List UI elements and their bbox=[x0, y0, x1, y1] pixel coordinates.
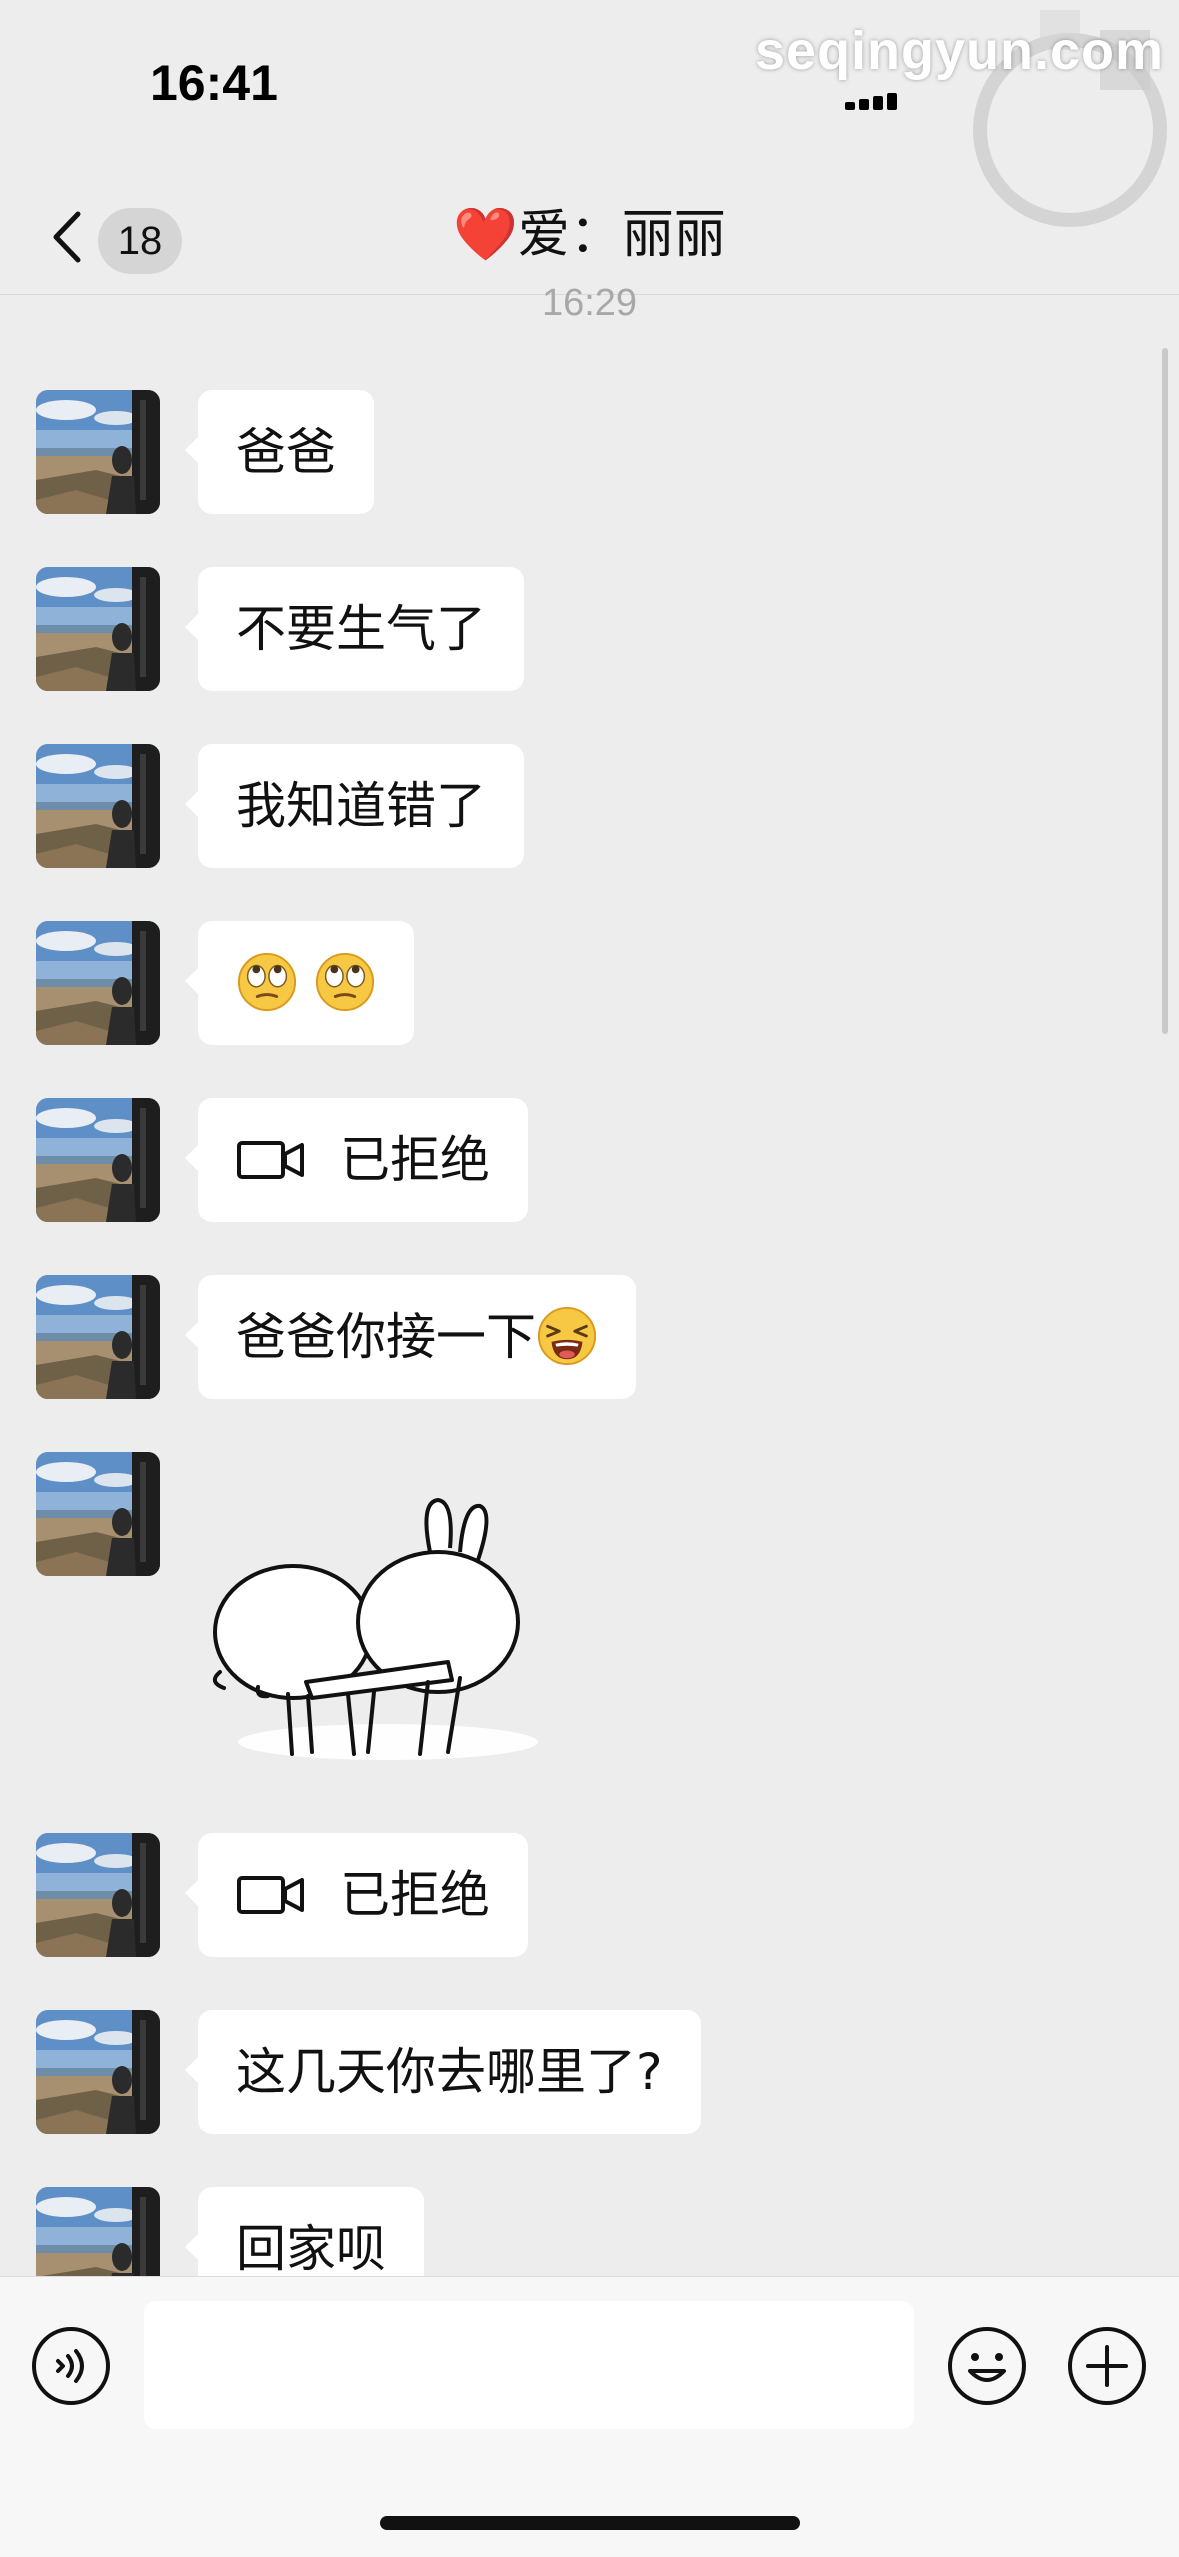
message-bubble[interactable]: 这几天你去哪里了? bbox=[185, 2010, 701, 2134]
message-bubble[interactable]: 不要生气了 bbox=[185, 567, 524, 691]
bunny-sticker[interactable] bbox=[198, 1482, 578, 1772]
status-bar: 16:41 seqingyun.com bbox=[0, 0, 1179, 227]
video-call-bubble[interactable]: 已拒绝 bbox=[185, 1098, 528, 1222]
message-bubble[interactable]: 我知道错了 bbox=[185, 744, 524, 868]
contact-avatar[interactable] bbox=[36, 1833, 160, 1957]
message-bubble[interactable]: 爸爸你接一下 bbox=[185, 1275, 636, 1399]
message-bubble[interactable]: 爸爸 bbox=[185, 390, 374, 514]
tired-face-emoji-icon bbox=[536, 1305, 598, 1367]
contact-avatar[interactable] bbox=[36, 744, 160, 868]
signal-icon bbox=[845, 92, 905, 110]
message-timestamp: 16:29 bbox=[541, 282, 638, 324]
message-input[interactable] bbox=[144, 2301, 914, 2429]
contact-avatar[interactable] bbox=[36, 1098, 160, 1222]
call-status-label: 已拒绝 bbox=[340, 1131, 490, 1189]
contact-avatar[interactable] bbox=[36, 921, 160, 1045]
video-camera-icon bbox=[236, 1872, 306, 1918]
nav-bar: 18 ❤️爱：丽丽 bbox=[0, 160, 1179, 295]
scrollbar[interactable] bbox=[1162, 348, 1168, 1034]
voice-icon[interactable] bbox=[30, 2325, 112, 2407]
home-indicator[interactable] bbox=[380, 2516, 800, 2530]
eye-roll-emoji-icon bbox=[236, 951, 298, 1013]
emoji-message-bubble[interactable] bbox=[185, 921, 414, 1045]
video-camera-icon bbox=[236, 1137, 306, 1183]
contact-avatar[interactable] bbox=[36, 567, 160, 691]
plus-icon[interactable] bbox=[1066, 2325, 1148, 2407]
message-text: 爸爸你接一下 bbox=[236, 1308, 536, 1366]
contact-avatar[interactable] bbox=[36, 2010, 160, 2134]
chat-title[interactable]: ❤️爱：丽丽 bbox=[0, 192, 1179, 267]
status-time: 16:41 bbox=[150, 55, 278, 111]
emoji-icon[interactable] bbox=[946, 2325, 1028, 2407]
eye-roll-emoji-icon bbox=[314, 951, 376, 1013]
watermark: seqingyun.com bbox=[755, 21, 1165, 81]
contact-avatar[interactable] bbox=[36, 1275, 160, 1399]
contact-avatar[interactable] bbox=[36, 1452, 160, 1576]
input-bar bbox=[0, 2276, 1179, 2557]
contact-avatar[interactable] bbox=[36, 390, 160, 514]
call-status-label: 已拒绝 bbox=[340, 1866, 490, 1924]
video-call-bubble[interactable]: 已拒绝 bbox=[185, 1833, 528, 1957]
